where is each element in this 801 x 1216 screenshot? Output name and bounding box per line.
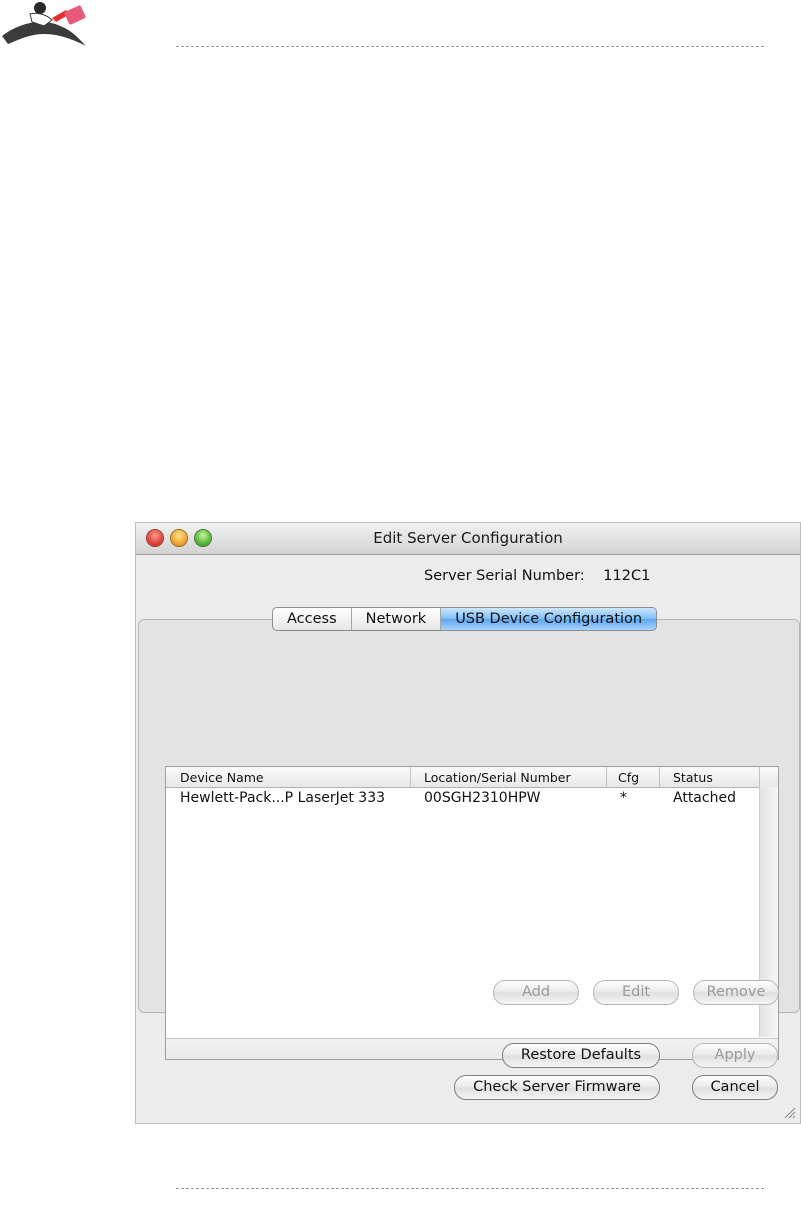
table-header: Device Name Location/Serial Number Cfg S… [166, 767, 778, 788]
restore-defaults-button[interactable]: Restore Defaults [502, 1043, 660, 1068]
tab-access[interactable]: Access [273, 608, 352, 630]
column-header-status[interactable]: Status [673, 770, 713, 785]
cell-location: 00SGH2310HPW [424, 790, 541, 806]
column-divider [659, 767, 660, 787]
resize-grip-icon[interactable] [783, 1106, 796, 1119]
tab-panel: Device Name Location/Serial Number Cfg S… [138, 619, 800, 1060]
window-title: Edit Server Configuration [373, 529, 563, 547]
add-device-button[interactable]: Add [493, 980, 579, 1005]
column-divider [410, 767, 411, 787]
table-row[interactable]: Hewlett-Pack...P LaserJet 333 00SGH2310H… [166, 789, 756, 809]
column-header-cfg[interactable]: Cfg [618, 770, 639, 785]
tab-bar: Access Network USB Device Configuration [272, 607, 658, 631]
title-bar[interactable]: Edit Server Configuration [136, 523, 800, 555]
check-server-firmware-button[interactable]: Check Server Firmware [454, 1075, 660, 1100]
top-dashed-rule [176, 46, 764, 47]
server-serial-row: Server Serial Number: 112C1 [424, 568, 650, 584]
remove-device-button[interactable]: Remove [693, 980, 779, 1005]
edit-server-configuration-window: Edit Server Configuration Server Serial … [136, 523, 800, 1123]
tab-usb-device-configuration[interactable]: USB Device Configuration [441, 608, 657, 630]
tab-network[interactable]: Network [352, 608, 442, 630]
cell-status: Attached [673, 790, 736, 806]
column-header-location[interactable]: Location/Serial Number [424, 770, 571, 785]
column-divider [759, 767, 760, 787]
cell-cfg: * [620, 790, 627, 806]
column-divider [606, 767, 607, 787]
device-table: Device Name Location/Serial Number Cfg S… [165, 766, 779, 1060]
cell-device-name: Hewlett-Pack...P LaserJet 333 [180, 790, 386, 806]
apply-button[interactable]: Apply [692, 1043, 778, 1068]
cancel-button[interactable]: Cancel [692, 1075, 778, 1100]
server-serial-label: Server Serial Number: [424, 568, 585, 584]
bottom-dashed-rule [176, 1188, 764, 1189]
edit-device-button[interactable]: Edit [593, 980, 679, 1005]
column-header-device-name[interactable]: Device Name [180, 770, 264, 785]
runner-logo [2, 2, 86, 46]
horizontal-scrollbar[interactable] [166, 1038, 778, 1059]
server-serial-value: 112C1 [603, 568, 651, 584]
